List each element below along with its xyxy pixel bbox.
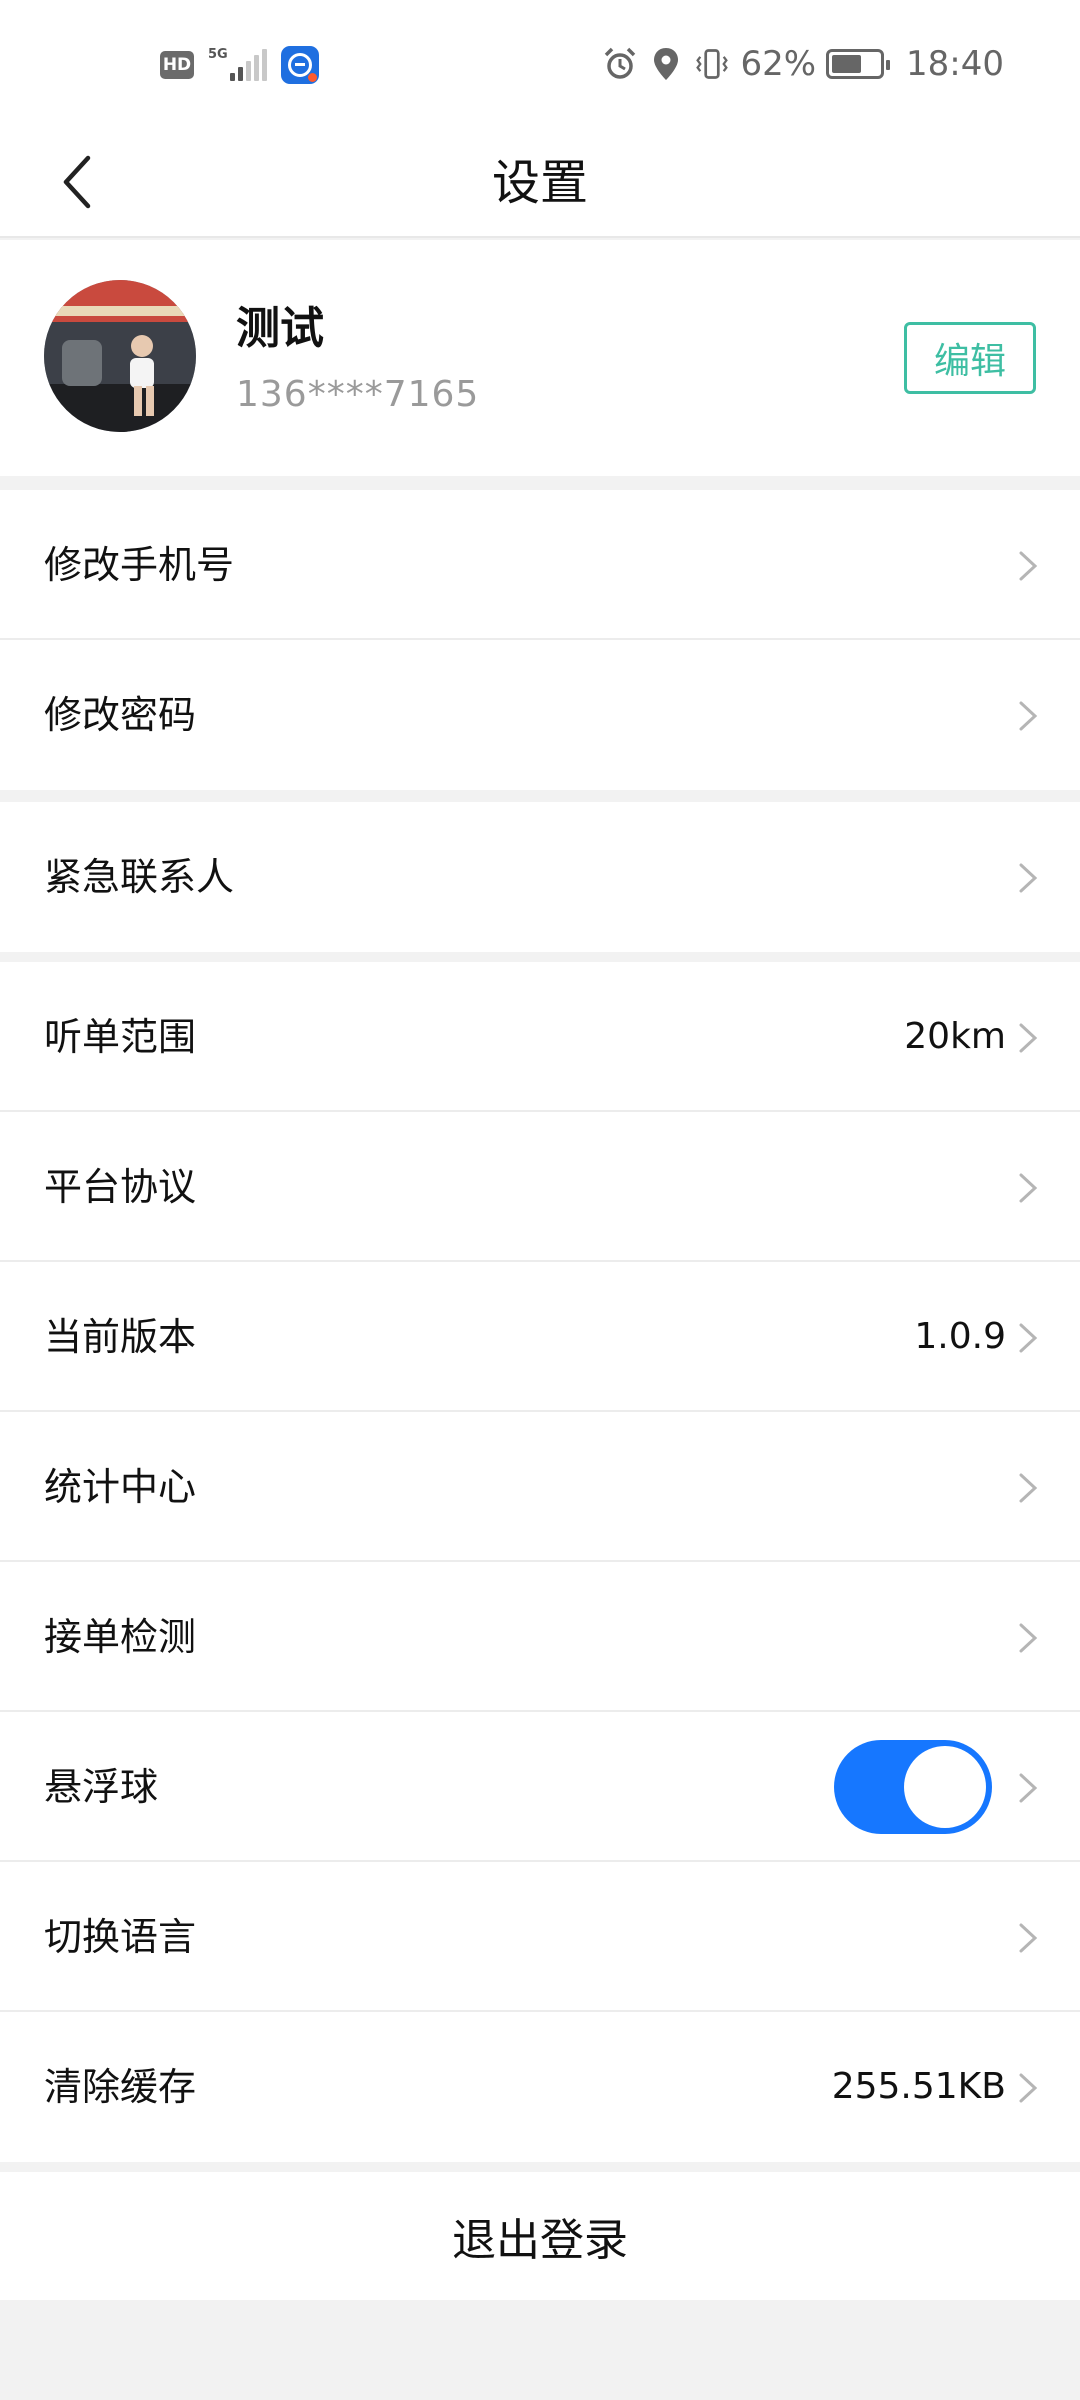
signal-bar	[238, 67, 243, 81]
app-notification-icon	[281, 46, 319, 84]
profile-phone: 136****7165	[236, 374, 480, 415]
row-label: 修改密码	[44, 693, 197, 737]
clock: 18:40	[906, 44, 1004, 84]
row-label: 统计中心	[44, 1465, 197, 1509]
chevron-right-icon	[1019, 2073, 1038, 2103]
row-label: 悬浮球	[44, 1765, 159, 1809]
signal-icon: 5G	[208, 47, 267, 81]
signal-bar	[262, 49, 267, 81]
chevron-right-icon	[1019, 1323, 1038, 1353]
chevron-right-icon	[1019, 1473, 1038, 1503]
chevron-right-icon	[1019, 1623, 1038, 1653]
vibrate-icon	[694, 45, 730, 83]
alarm-icon	[602, 45, 638, 83]
status-bar-left: HD 5G	[160, 46, 319, 84]
row-statistics-center[interactable]: 统计中心	[0, 1412, 1080, 1562]
row-label: 修改手机号	[44, 543, 235, 587]
row-order-detection[interactable]: 接单检测	[0, 1562, 1080, 1712]
network-type-label: 5G	[208, 47, 228, 62]
battery-percent: 62%	[740, 44, 817, 84]
chevron-right-icon	[1019, 1023, 1038, 1053]
status-bar-right: 62% 18:40	[602, 44, 1004, 84]
avatar-photo	[44, 280, 196, 432]
row-change-phone[interactable]: 修改手机号	[0, 490, 1080, 640]
row-label: 清除缓存	[44, 2065, 197, 2109]
status-bar: HD 5G 62% 18:40	[0, 0, 1080, 128]
avatar[interactable]	[44, 280, 196, 432]
page-title: 设置	[491, 155, 588, 211]
signal-bar	[230, 73, 235, 81]
navigation-bar: 设置	[0, 128, 1080, 238]
row-value: 1.0.9	[914, 1316, 1006, 1357]
row-current-version[interactable]: 当前版本 1.0.9	[0, 1262, 1080, 1412]
chevron-right-icon	[1019, 1923, 1038, 1953]
row-label: 紧急联系人	[44, 855, 235, 899]
battery-fill	[832, 55, 861, 73]
profile-card[interactable]: 测试 136****7165 编辑	[0, 240, 1080, 476]
notification-dot	[308, 73, 317, 82]
row-label: 切换语言	[44, 1915, 197, 1959]
chevron-right-icon	[1019, 551, 1038, 581]
settings-group-emergency: 紧急联系人	[0, 802, 1080, 952]
row-value: 20km	[904, 1016, 1006, 1057]
settings-screen: HD 5G 62% 18:40 设置 测试 136****7165 编辑 修改手…	[0, 0, 1080, 2400]
settings-group-general: 听单范围 20km 平台协议 当前版本 1.0.9 统计中心 接单检测 悬浮球 …	[0, 962, 1080, 2162]
chevron-right-icon	[1019, 1173, 1038, 1203]
row-platform-agreement[interactable]: 平台协议	[0, 1112, 1080, 1262]
row-switch-language[interactable]: 切换语言	[0, 1862, 1080, 2012]
row-floating-ball: 悬浮球	[0, 1712, 1080, 1862]
battery-icon	[826, 49, 891, 79]
floating-ball-toggle[interactable]	[834, 1740, 992, 1834]
row-label: 听单范围	[44, 1015, 197, 1059]
row-change-password[interactable]: 修改密码	[0, 640, 1080, 790]
chevron-right-icon	[1019, 701, 1038, 731]
signal-bar	[246, 61, 251, 81]
row-label: 平台协议	[44, 1165, 197, 1209]
logout-button[interactable]: 退出登录	[0, 2172, 1080, 2300]
toggle-knob	[904, 1746, 986, 1828]
row-clear-cache[interactable]: 清除缓存 255.51KB	[0, 2012, 1080, 2162]
chevron-right-icon	[1019, 863, 1038, 893]
row-order-range[interactable]: 听单范围 20km	[0, 962, 1080, 1112]
settings-group-account: 修改手机号 修改密码	[0, 490, 1080, 790]
profile-name: 测试	[236, 303, 324, 354]
edit-profile-button[interactable]: 编辑	[904, 322, 1036, 394]
chevron-right-icon	[1019, 1773, 1038, 1803]
row-value: 255.51KB	[831, 2066, 1006, 2107]
row-label: 当前版本	[44, 1315, 197, 1359]
location-icon	[648, 45, 684, 83]
signal-bar	[254, 55, 259, 81]
hd-icon: HD	[160, 51, 194, 79]
row-label: 接单检测	[44, 1615, 197, 1659]
row-emergency-contact[interactable]: 紧急联系人	[0, 802, 1080, 952]
